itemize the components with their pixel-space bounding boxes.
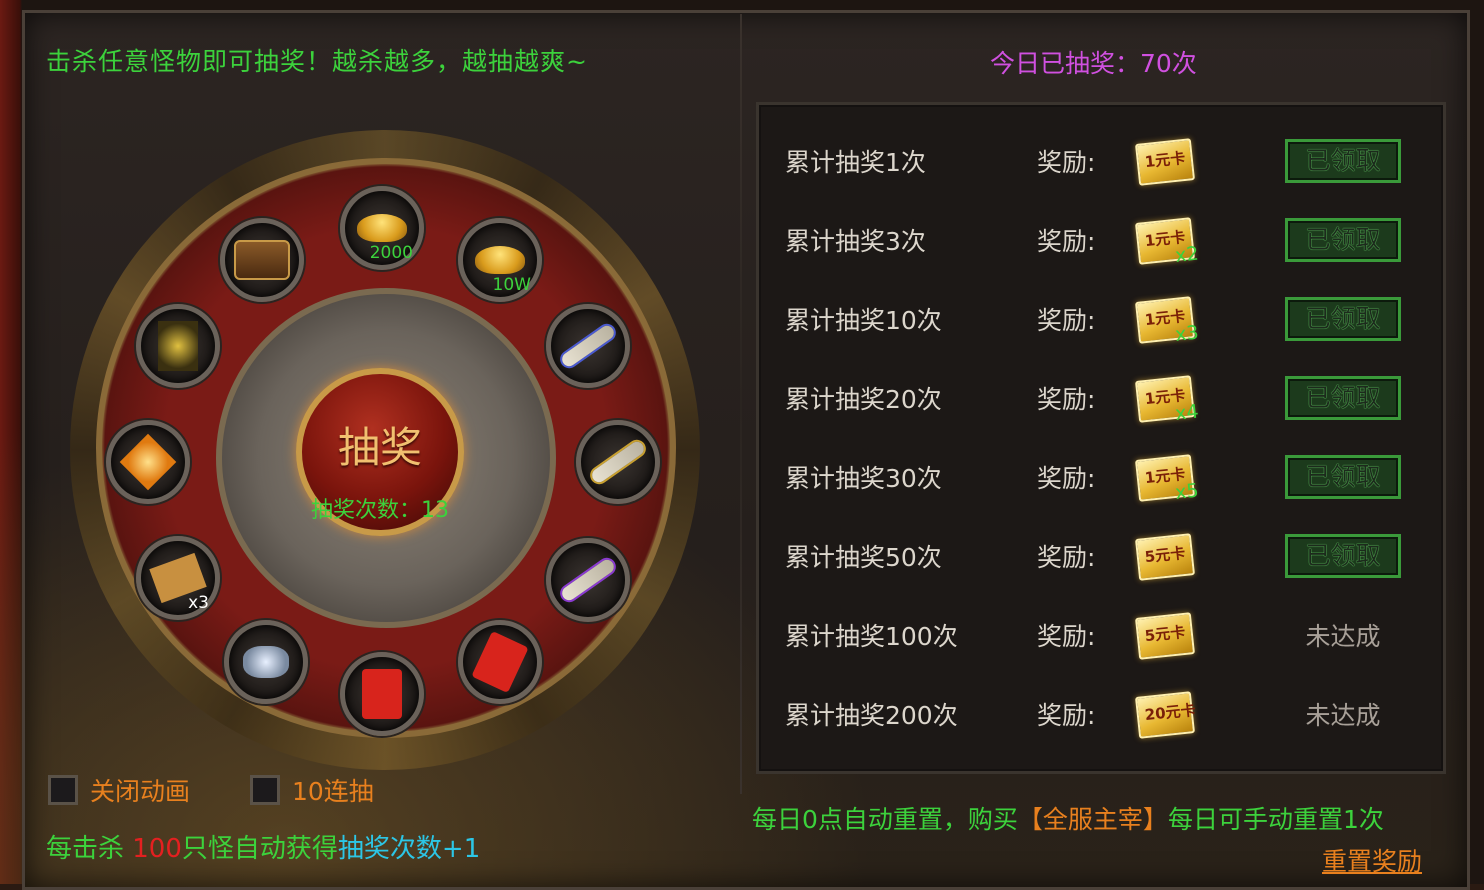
slot-qty: x3 [188,593,209,613]
claimed-button[interactable]: 已领取 [1285,297,1401,341]
reward-label: 奖励: [1037,543,1096,572]
reward-row: 累计抽奖30次 奖励: 1元卡 x5 已领取 [759,437,1443,516]
today-draw-count: 今日已抽奖：70次 [990,49,1197,78]
card-multiplier: x3 [1174,321,1200,346]
slot-qty: 10W [492,275,531,295]
wheel-slot-red-packet-2 [340,652,424,736]
reward-row: 累计抽奖50次 奖励: 5元卡 已领取 [759,516,1443,595]
reward-label: 奖励: [1037,148,1096,177]
spin-label: 抽奖 [337,423,422,472]
checkbox-box[interactable] [250,775,280,805]
hint-target: 抽奖次数+1 [337,834,481,864]
treasure-chest-icon [234,240,290,280]
hint-mid: 只怪自动获得 [181,834,338,864]
scroll-icon [559,557,617,603]
card-text: 5元卡 [1143,543,1187,567]
reward-condition: 累计抽奖20次 [785,385,942,414]
wheel-slot-scroll-gold [576,420,660,504]
remaining-draws: 抽奖次数：13 [311,498,449,523]
card-text: 5元卡 [1143,622,1187,646]
reset-note-prefix: 每日0点自动重置，购买 [752,805,1018,834]
red-packet-icon [471,630,529,694]
wheel-slot-gold-10w: 10W [458,218,542,302]
reset-note: 每日0点自动重置，购买【全服主宰】每日可手动重置1次 [752,800,1384,836]
recharge-card-icon: 20元卡 [1134,691,1197,739]
close-animation-checkbox[interactable]: 关闭动画 [48,772,190,808]
kill-reward-hint: 每击杀 100只怪自动获得抽奖次数+1 [46,828,480,865]
wheel-slot-gem [106,420,190,504]
reward-label: 奖励: [1037,464,1096,493]
book-icon [158,321,198,371]
cumulative-rewards-table: 累计抽奖1次 奖励: 1元卡 已领取 累计抽奖3次 奖励: 1元卡 x2 已领取 … [756,102,1446,774]
reward-row: 累计抽奖200次 奖励: 20元卡 未达成 [759,674,1443,753]
card-multiplier: x2 [1174,242,1200,267]
checkbox-label: 关闭动画 [90,777,191,806]
wheel-slot-paper: x3 [136,536,220,620]
ten-draw-checkbox[interactable]: 10连抽 [250,772,374,808]
claimed-button[interactable]: 已领取 [1285,534,1401,578]
claimed-button[interactable]: 已领取 [1285,218,1401,262]
reward-label: 奖励: [1037,622,1096,651]
wheel-slot-red-packet-1 [458,620,542,704]
recharge-card-icon: 1元卡 x3 [1134,296,1200,346]
reward-label: 奖励: [1037,227,1096,256]
wheel-slot-book [136,304,220,388]
panel-divider [740,14,742,794]
gem-icon [119,433,177,491]
kill-lottery-hint: 击杀任意怪物即可抽奖！越杀越多，越抽越爽~ [46,47,588,76]
wheel-slot-scroll-purple [546,538,630,622]
reward-condition: 累计抽奖50次 [785,543,942,572]
red-packet-icon [362,669,402,719]
lottery-wheel: 2000 10W x3 抽奖 抽奖次数：13 [40,120,730,770]
reward-condition: 累计抽奖1次 [785,148,926,177]
checkbox-label: 10连抽 [292,777,374,806]
recharge-card-icon: 1元卡 x5 [1134,454,1200,504]
reward-label: 奖励: [1037,385,1096,414]
hint-prefix: 每击杀 [46,834,133,864]
reward-row: 累计抽奖100次 奖励: 5元卡 未达成 [759,595,1443,674]
reward-condition: 累计抽奖3次 [785,227,926,256]
wheel-slot-crystal [224,620,308,704]
reset-rewards-link[interactable]: 重置奖励 [1322,842,1422,878]
recharge-card-icon: 5元卡 [1134,533,1196,581]
card-multiplier: x4 [1174,400,1200,425]
not-reached-status: 未达成 [1305,622,1381,651]
not-reached-status: 未达成 [1305,701,1381,730]
hint-kill-number: 100 [132,834,182,864]
reset-note-highlight: 【全服主宰】 [1017,805,1168,834]
wheel-slot-chest [220,218,304,302]
claimed-button[interactable]: 已领取 [1285,139,1401,183]
recharge-card-icon: 1元卡 x4 [1134,375,1200,425]
recharge-card-icon: 1元卡 x2 [1134,217,1200,267]
slot-qty: 2000 [369,243,413,263]
reward-condition: 累计抽奖30次 [785,464,942,493]
gold-ingot-icon [475,246,525,274]
reward-condition: 累计抽奖200次 [785,701,958,730]
reward-condition: 累计抽奖100次 [785,622,958,651]
checkbox-box[interactable] [48,775,78,805]
reward-label: 奖励: [1037,701,1096,730]
wheel-slot-gold-2000: 2000 [340,186,424,270]
reward-row: 累计抽奖3次 奖励: 1元卡 x2 已领取 [759,200,1443,279]
recharge-card-icon: 1元卡 [1134,138,1196,186]
reward-condition: 累计抽奖10次 [785,306,942,335]
recharge-card-icon: 5元卡 [1134,612,1196,660]
reset-note-suffix: 每日可手动重置1次 [1167,805,1384,834]
claimed-button[interactable]: 已领取 [1285,455,1401,499]
reward-row: 累计抽奖1次 奖励: 1元卡 已领取 [759,121,1443,200]
reward-row: 累计抽奖20次 奖励: 1元卡 x4 已领取 [759,358,1443,437]
gold-ingot-icon [357,214,407,242]
card-text: 1元卡 [1143,148,1187,172]
scroll-icon [589,439,647,485]
card-text: 20元卡 [1143,700,1197,725]
claimed-button[interactable]: 已领取 [1285,376,1401,420]
wheel-slot-scroll-blue [546,304,630,388]
reward-row: 累计抽奖10次 奖励: 1元卡 x3 已领取 [759,279,1443,358]
reward-label: 奖励: [1037,306,1096,335]
crystal-icon [243,646,289,678]
scroll-icon [559,323,617,369]
card-multiplier: x5 [1174,479,1200,504]
